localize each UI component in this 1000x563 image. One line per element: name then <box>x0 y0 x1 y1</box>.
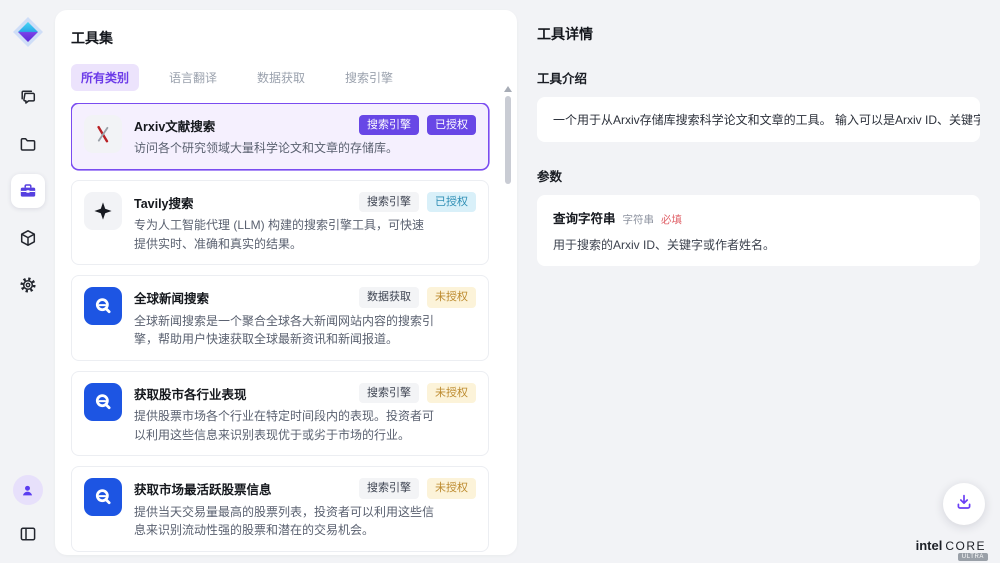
arxiv-icon <box>84 115 122 153</box>
tool-category-badge: 数据获取 <box>359 287 419 307</box>
tool-title: Tavily搜索 <box>134 192 194 212</box>
app-logo <box>12 16 44 48</box>
tool-auth-badge: 未授权 <box>427 478 476 498</box>
tab-data-fetch[interactable]: 数据获取 <box>247 64 315 91</box>
scrollbar-thumb[interactable] <box>505 96 511 184</box>
tool-category-badge: 搜索引擎 <box>359 192 419 212</box>
tab-search-engine[interactable]: 搜索引擎 <box>335 64 403 91</box>
tool-auth-badge: 未授权 <box>427 287 476 307</box>
news-search-icon <box>84 383 122 421</box>
brand-intel: intel <box>916 538 943 553</box>
tool-card[interactable]: 获取股市各行业表现 搜索引擎 未授权 提供股票市场各个行业在特定时间段内的表现。… <box>71 371 489 456</box>
toolbox-icon[interactable] <box>11 174 45 208</box>
brand-core: core <box>945 539 986 553</box>
tool-auth-badge: 未授权 <box>427 383 476 403</box>
download-button[interactable] <box>943 483 985 525</box>
panel-layout-icon[interactable] <box>11 517 45 551</box>
tool-card[interactable]: Arxiv文献搜索 搜索引擎 已授权 访问各个研究领域大量科学论文和文章的存储库… <box>71 103 489 170</box>
news-search-icon <box>84 478 122 516</box>
tool-auth-badge: 已授权 <box>427 115 476 135</box>
tool-auth-badge: 已授权 <box>427 192 476 212</box>
page-title: 工具集 <box>71 28 501 48</box>
tool-category-badge: 搜索引擎 <box>359 383 419 403</box>
tool-intro-card: 一个用于从Arxiv存储库搜索科学论文和文章的工具。 输入可以是Arxiv ID… <box>537 97 980 142</box>
sidebar-nav <box>11 80 45 302</box>
tool-category-badge: 搜索引擎 <box>359 478 419 498</box>
details-panel: 工具详情 工具介绍 一个用于从Arxiv存储库搜索科学论文和文章的工具。 输入可… <box>517 0 1000 563</box>
user-avatar-icon[interactable] <box>13 475 43 505</box>
news-search-icon <box>84 287 122 325</box>
scroll-up-arrow-icon[interactable] <box>504 86 512 92</box>
tool-description: 专为人工智能代理 (LLM) 构建的搜索引擎工具，可快速提供实时、准确和真实的结… <box>134 216 434 253</box>
tool-title: 全球新闻搜索 <box>134 287 209 307</box>
sidebar-bottom <box>11 475 45 551</box>
tool-title: 获取股市各行业表现 <box>134 383 247 403</box>
param-description: 用于搜索的Arxiv ID、关键字或作者姓名。 <box>553 236 964 253</box>
brand-ultra-badge: ultra <box>958 553 988 561</box>
tool-title: 获取市场最活跃股票信息 <box>134 478 272 498</box>
scrollbar[interactable] <box>503 86 513 547</box>
tools-panel: 工具集 所有类别语言翻译数据获取搜索引擎 Arxiv文献搜索 搜索引擎 已授权 … <box>55 10 517 555</box>
tool-description: 提供当天交易量最高的股票列表，投资者可以利用这些信息来识别流动性强的股票和潜在的… <box>134 503 434 540</box>
param-name: 查询字符串 <box>553 208 616 227</box>
tool-description: 访问各个研究领域大量科学论文和文章的存储库。 <box>134 139 434 158</box>
cube-icon[interactable] <box>11 221 45 255</box>
tab-all-categories[interactable]: 所有类别 <box>71 64 139 91</box>
tool-card[interactable]: Tavily搜索 搜索引擎 已授权 专为人工智能代理 (LLM) 构建的搜索引擎… <box>71 180 489 265</box>
tab-language-translation[interactable]: 语言翻译 <box>159 64 227 91</box>
tool-description: 全球新闻搜索是一个聚合全球各大新闻网站内容的搜索引擎，帮助用户快速获取全球最新资… <box>134 312 434 349</box>
param-type: 字符串 <box>623 212 655 227</box>
folder-icon[interactable] <box>11 127 45 161</box>
intro-heading: 工具介绍 <box>537 68 980 87</box>
parameter-card: 查询字符串 字符串 必填 用于搜索的Arxiv ID、关键字或作者姓名。 <box>537 195 980 266</box>
settings-icon[interactable] <box>11 268 45 302</box>
tool-card[interactable]: 获取市场最活跃股票信息 搜索引擎 未授权 提供当天交易量最高的股票列表，投资者可… <box>71 466 489 551</box>
download-icon <box>954 492 974 517</box>
category-tabs: 所有类别语言翻译数据获取搜索引擎 <box>71 64 501 91</box>
tool-list: Arxiv文献搜索 搜索引擎 已授权 访问各个研究领域大量科学论文和文章的存储库… <box>71 103 501 555</box>
tool-card[interactable]: 全球新闻搜索 数据获取 未授权 全球新闻搜索是一个聚合全球各大新闻网站内容的搜索… <box>71 275 489 360</box>
intel-core-logo: intel core ultra <box>916 538 986 553</box>
params-heading: 参数 <box>537 166 980 185</box>
param-required-badge: 必填 <box>661 212 682 227</box>
details-title: 工具详情 <box>537 24 980 44</box>
sidebar <box>0 0 55 563</box>
tool-title: Arxiv文献搜索 <box>134 115 215 135</box>
tool-category-badge: 搜索引擎 <box>359 115 419 135</box>
chat-icon[interactable] <box>11 80 45 114</box>
sparkle-icon <box>84 192 122 230</box>
tool-description: 提供股票市场各个行业在特定时间段内的表现。投资者可以利用这些信息来识别表现优于或… <box>134 407 434 444</box>
